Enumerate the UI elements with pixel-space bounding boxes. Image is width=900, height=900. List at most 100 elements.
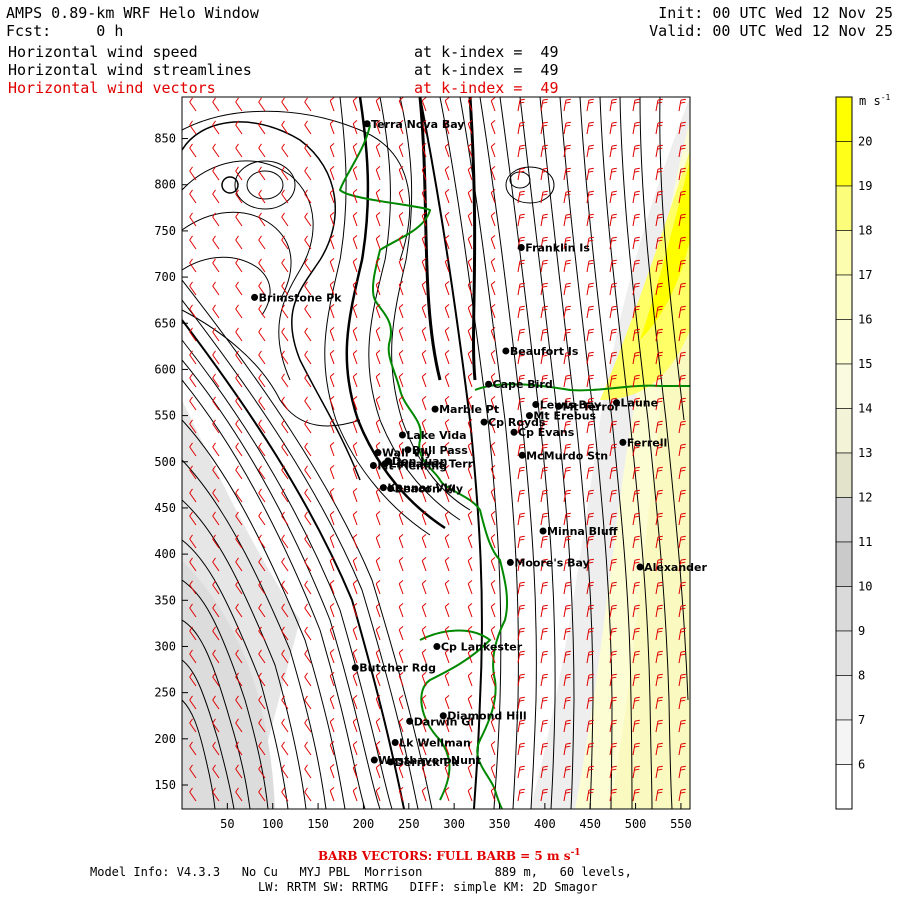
colorbar-swatch bbox=[835, 630, 853, 676]
y-tick-label: 200 bbox=[154, 732, 176, 746]
y-tick-label: 850 bbox=[154, 132, 176, 146]
place-marker[interactable] bbox=[510, 428, 518, 436]
place-label: Brimstone Pk bbox=[259, 291, 343, 304]
physics-info: LW: RRTM SW: RRTMG DIFF: simple KM: 2D S… bbox=[258, 880, 598, 894]
barb-legend: BARB VECTORS: FULL BARB = 5 m s-1 bbox=[318, 848, 581, 863]
place-label: Franklin Is bbox=[525, 242, 590, 255]
colorbar-level: 18 bbox=[858, 224, 872, 238]
place-marker[interactable] bbox=[251, 293, 259, 301]
colorbar-level: 14 bbox=[858, 402, 872, 416]
colorbar-level: 9 bbox=[858, 624, 865, 638]
place-marker[interactable] bbox=[431, 405, 439, 413]
place-label: Beacon Vly bbox=[395, 483, 463, 496]
x-tick-label: 200 bbox=[353, 817, 375, 831]
place-label: Linnaeus Terr bbox=[389, 458, 473, 471]
place-marker[interactable] bbox=[391, 739, 399, 747]
colorbar-level: 15 bbox=[858, 357, 872, 371]
colorbar-level: 12 bbox=[858, 491, 872, 505]
place-marker[interactable] bbox=[613, 399, 621, 407]
colorbar-swatch bbox=[835, 141, 853, 187]
place-marker[interactable] bbox=[518, 451, 526, 459]
y-tick-label: 800 bbox=[154, 178, 176, 192]
x-tick-label: 350 bbox=[489, 817, 511, 831]
place-label: Alexander bbox=[644, 561, 707, 574]
x-tick-label: 400 bbox=[534, 817, 556, 831]
y-tick-label: 750 bbox=[154, 224, 176, 238]
place-label: Moore's Bay bbox=[514, 556, 589, 569]
place-marker[interactable] bbox=[379, 484, 387, 492]
place-label: Lk Wellman bbox=[399, 737, 471, 750]
y-axis: 850 800 750 700 650 600 550 500 450 400 350 300 250 2… bbox=[154, 132, 188, 792]
colorbar-level: 17 bbox=[858, 268, 872, 282]
x-tick-label: 500 bbox=[625, 817, 647, 831]
place-label: Butcher Rdg bbox=[359, 662, 436, 675]
colorbar-swatch bbox=[835, 719, 853, 765]
place-marker[interactable] bbox=[433, 642, 441, 650]
y-tick-label: 350 bbox=[154, 593, 176, 607]
x-tick-label: 150 bbox=[307, 817, 329, 831]
place-label: Lake Vida bbox=[406, 429, 466, 442]
colorbar-swatch bbox=[835, 541, 853, 587]
place-marker[interactable] bbox=[485, 380, 493, 388]
place-marker[interactable] bbox=[369, 461, 377, 469]
place-marker[interactable] bbox=[374, 449, 382, 457]
place-label: Cp Evans bbox=[518, 426, 575, 439]
x-tick-label: 250 bbox=[398, 817, 420, 831]
place-label: Ferrell bbox=[627, 436, 667, 449]
colorbar-swatch bbox=[835, 96, 853, 142]
x-tick-label: 50 bbox=[220, 817, 234, 831]
x-tick-label: 300 bbox=[443, 817, 465, 831]
place-marker[interactable] bbox=[502, 347, 510, 355]
place-marker[interactable] bbox=[539, 527, 547, 535]
colorbar-swatch bbox=[835, 319, 853, 365]
place-marker[interactable] bbox=[619, 438, 627, 446]
place-label: Derrick Pk bbox=[395, 756, 460, 769]
place-marker[interactable] bbox=[381, 460, 389, 468]
colorbar: 20 19 18 17 16 15 14 13 12 11 10 9 8 7 6 bbox=[835, 96, 872, 810]
colorbar-level: 7 bbox=[858, 713, 865, 727]
colorbar-swatch bbox=[835, 497, 853, 543]
colorbar-swatch bbox=[835, 452, 853, 498]
y-tick-label: 550 bbox=[154, 409, 176, 423]
colorbar-level: 19 bbox=[858, 179, 872, 193]
place-marker[interactable] bbox=[363, 120, 371, 128]
colorbar-swatch bbox=[835, 675, 853, 721]
place-label: Marble Pt bbox=[439, 403, 499, 416]
place-marker[interactable] bbox=[404, 446, 412, 454]
place-marker[interactable] bbox=[406, 717, 414, 725]
place-label: Cape Bird bbox=[493, 378, 553, 391]
place-label: Minna Bluff bbox=[547, 525, 618, 538]
place-marker[interactable] bbox=[506, 558, 514, 566]
x-tick-label: 450 bbox=[579, 817, 601, 831]
y-tick-label: 450 bbox=[154, 501, 176, 515]
model-info: Model Info: V4.3.3 No Cu MYJ PBL Morriso… bbox=[90, 865, 632, 879]
place-marker[interactable] bbox=[351, 664, 359, 672]
place-marker[interactable] bbox=[636, 563, 644, 571]
colorbar-unit: m s-1 bbox=[859, 93, 891, 108]
place-marker[interactable] bbox=[517, 244, 525, 252]
place-marker[interactable] bbox=[439, 712, 447, 720]
y-tick-label: 500 bbox=[154, 455, 176, 469]
place-label: McMurdo Stn bbox=[526, 449, 608, 462]
colorbar-swatch bbox=[835, 274, 853, 320]
wind-map[interactable]: 50 100 150 200 250 300 350 400 450 500 550 850 800 7… bbox=[0, 0, 900, 900]
place-label: Cp Lankester bbox=[441, 640, 523, 653]
y-tick-label: 600 bbox=[154, 362, 176, 376]
place-marker[interactable] bbox=[532, 401, 540, 409]
y-tick-label: 400 bbox=[154, 547, 176, 561]
colorbar-level: 10 bbox=[858, 580, 872, 594]
colorbar-swatch bbox=[835, 586, 853, 632]
y-tick-label: 300 bbox=[154, 639, 176, 653]
y-tick-label: 700 bbox=[154, 270, 176, 284]
place-marker[interactable] bbox=[370, 756, 378, 764]
place-marker[interactable] bbox=[398, 431, 406, 439]
place-label: Laune bbox=[621, 397, 659, 410]
place-marker[interactable] bbox=[480, 418, 488, 426]
colorbar-level: 13 bbox=[858, 446, 872, 460]
place-label: Beaufort Is bbox=[510, 345, 579, 358]
place-label: Terra Nova Bay bbox=[371, 118, 464, 131]
place-marker[interactable] bbox=[387, 485, 395, 493]
colorbar-level: 20 bbox=[858, 135, 872, 149]
place-marker[interactable] bbox=[387, 758, 395, 766]
y-tick-label: 150 bbox=[154, 778, 176, 792]
